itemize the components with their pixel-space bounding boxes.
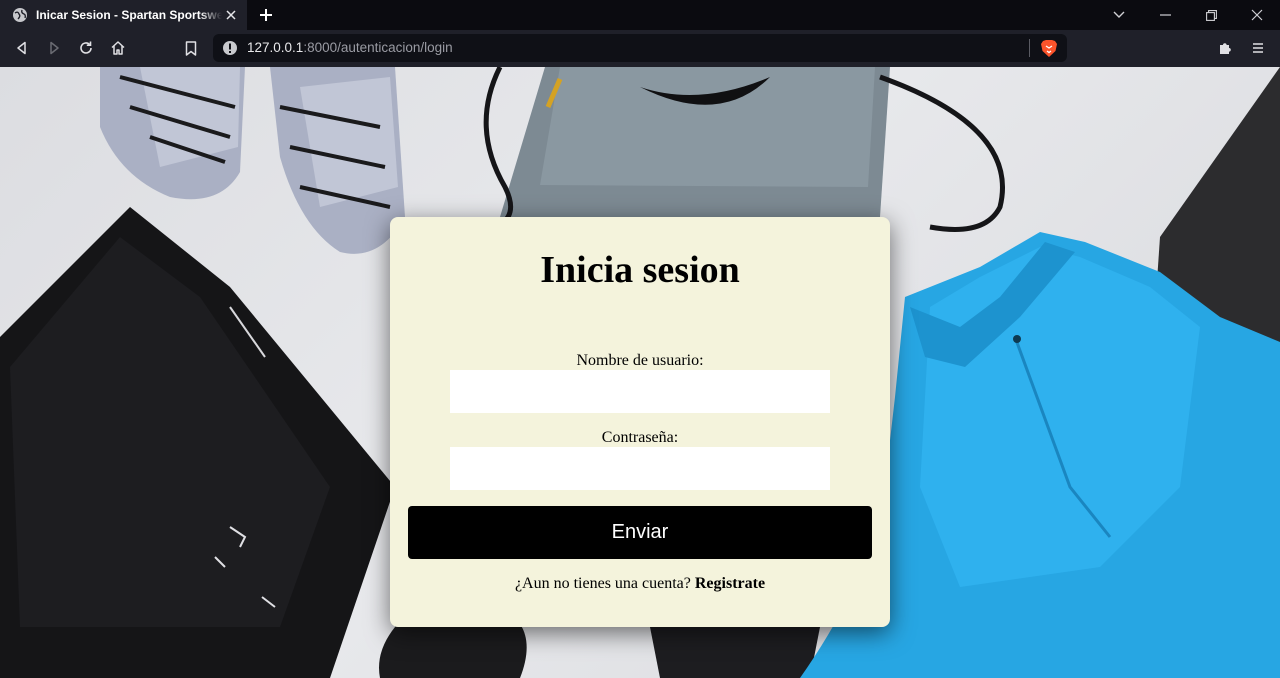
tab-search-chevron-icon[interactable] (1096, 0, 1142, 30)
register-link[interactable]: Registrate (695, 575, 765, 592)
window-close-icon[interactable] (1234, 0, 1280, 30)
restore-icon[interactable] (1188, 0, 1234, 30)
hamburger-menu-icon[interactable] (1247, 37, 1269, 59)
home-icon[interactable] (107, 37, 129, 59)
tab-strip: Inicar Sesion - Spartan Sportswear (0, 0, 1280, 30)
puzzle-icon[interactable] (1215, 37, 1237, 59)
reload-icon[interactable] (75, 37, 97, 59)
info-icon[interactable] (222, 40, 238, 56)
password-input[interactable] (450, 447, 830, 490)
register-prompt: ¿Aun no tienes una cuenta? Registrate (390, 575, 890, 593)
username-input[interactable] (450, 370, 830, 413)
url-host: 127.0.0.1 (247, 40, 304, 55)
arrow-right-icon[interactable] (43, 37, 65, 59)
page-viewport: Inicia sesion Nombre de usuario: Contras… (0, 67, 1280, 678)
arrow-left-icon[interactable] (11, 37, 33, 59)
url-path: :8000/autenticacion/login (303, 40, 453, 55)
active-tab[interactable]: Inicar Sesion - Spartan Sportswear (0, 0, 247, 30)
bookmark-icon[interactable] (180, 37, 202, 59)
tab-title: Inicar Sesion - Spartan Sportswear (36, 8, 222, 22)
url-text[interactable]: 127.0.0.1:8000/autenticacion/login (247, 40, 453, 56)
minimize-icon[interactable] (1142, 0, 1188, 30)
plus-icon[interactable] (256, 5, 276, 25)
username-label: Nombre de usuario: (576, 352, 704, 369)
address-bar-divider (1029, 39, 1030, 57)
page-title: Inicia sesion (540, 249, 740, 291)
submit-button[interactable]: Enviar (408, 506, 872, 559)
brave-lion-icon[interactable] (1040, 39, 1058, 58)
password-label: Contraseña: (601, 429, 679, 446)
register-prompt-text: ¿Aun no tienes una cuenta? (514, 575, 691, 592)
globe-icon (12, 7, 28, 23)
close-icon[interactable] (223, 7, 239, 23)
login-card: Inicia sesion Nombre de usuario: Contras… (390, 217, 890, 627)
